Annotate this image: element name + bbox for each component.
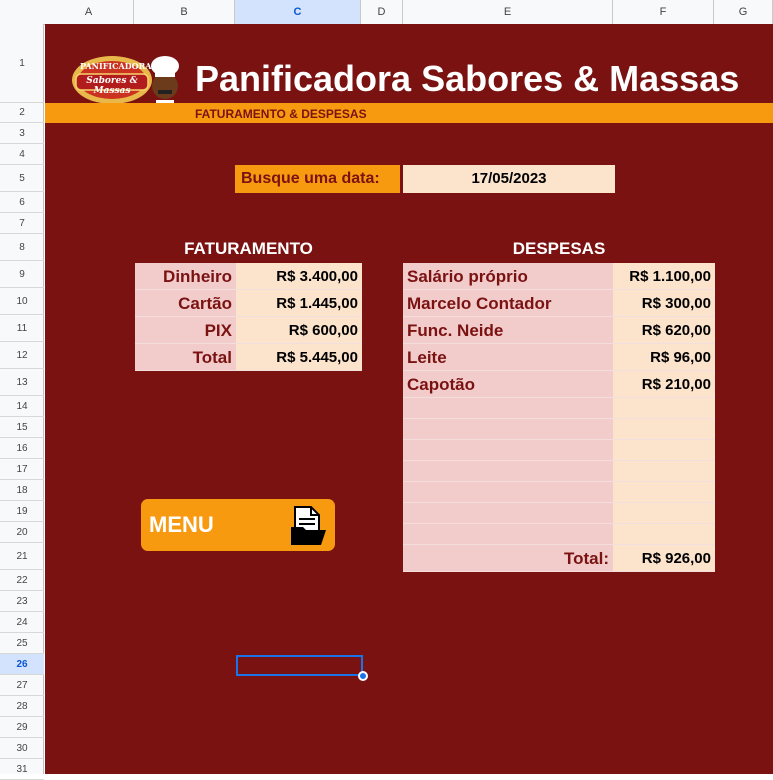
row-header-bar: 1 2 3 4 5 6 7 8 9 10 11 12 13 14 15 16 17 18 19 20 21 22 23 24 2… — [0, 24, 44, 780]
row-header-6[interactable]: 6 — [0, 192, 44, 213]
despesa-label: Salário próprio — [403, 263, 613, 290]
row-header-7[interactable]: 7 — [0, 213, 44, 234]
despesa-empty-value — [613, 482, 715, 503]
faturamento-label: Cartão — [135, 290, 236, 317]
date-search-input[interactable]: 17/05/2023 — [403, 165, 615, 193]
faturamento-label: PIX — [135, 317, 236, 344]
despesa-label: Capotão — [403, 371, 613, 398]
despesa-value: R$ 96,00 — [613, 344, 715, 371]
despesa-value: R$ 620,00 — [613, 317, 715, 344]
logo-top-text: PANIFICADORA — [80, 61, 152, 71]
despesas-total-value: R$ 926,00 — [613, 545, 715, 572]
despesa-empty-label — [403, 419, 613, 440]
row-header-5[interactable]: 5 — [0, 165, 44, 192]
row-header-8[interactable]: 8 — [0, 234, 44, 261]
faturamento-label: Total — [135, 344, 236, 371]
column-header-b[interactable]: B — [134, 0, 235, 24]
fill-handle[interactable] — [358, 671, 368, 681]
despesa-empty-label — [403, 398, 613, 419]
row-header-25[interactable]: 25 — [0, 633, 44, 654]
despesa-value: R$ 300,00 — [613, 290, 715, 317]
row-header-4[interactable]: 4 — [0, 144, 44, 165]
despesa-empty-value — [613, 419, 715, 440]
despesas-total-label: Total: — [403, 545, 613, 572]
column-header-f[interactable]: F — [613, 0, 714, 24]
active-cell-c26[interactable] — [236, 655, 363, 676]
row-header-12[interactable]: 12 — [0, 342, 44, 369]
row-header-31[interactable]: 31 — [0, 759, 44, 780]
despesa-empty-label — [403, 440, 613, 461]
despesa-empty-value — [613, 503, 715, 524]
row-header-17[interactable]: 17 — [0, 459, 44, 480]
faturamento-value: R$ 3.400,00 — [236, 263, 362, 290]
despesa-empty-value — [613, 524, 715, 545]
row-header-16[interactable]: 16 — [0, 438, 44, 459]
despesa-empty-label — [403, 503, 613, 524]
despesa-value: R$ 1.100,00 — [613, 263, 715, 290]
folder-document-icon — [291, 506, 326, 545]
page-subtitle: FATURAMENTO & DESPESAS — [195, 107, 367, 121]
row-header-30[interactable]: 30 — [0, 738, 44, 759]
row-header-26[interactable]: 26 — [0, 654, 44, 675]
menu-button[interactable]: MENU — [141, 499, 335, 551]
row-header-23[interactable]: 23 — [0, 591, 44, 612]
column-header-d[interactable]: D — [361, 0, 403, 24]
row-header-14[interactable]: 14 — [0, 396, 44, 417]
column-header-g[interactable]: G — [714, 0, 773, 24]
despesa-value: R$ 210,00 — [613, 371, 715, 398]
row-header-3[interactable]: 3 — [0, 123, 44, 144]
row-header-11[interactable]: 11 — [0, 315, 44, 342]
despesa-label: Marcelo Contador — [403, 290, 613, 317]
faturamento-value: R$ 5.445,00 — [236, 344, 362, 371]
row-header-13[interactable]: 13 — [0, 369, 44, 396]
row-header-10[interactable]: 10 — [0, 288, 44, 315]
header-band — [45, 103, 773, 123]
row-header-20[interactable]: 20 — [0, 522, 44, 543]
despesa-empty-value — [613, 398, 715, 419]
despesa-label: Leite — [403, 344, 613, 371]
row-header-18[interactable]: 18 — [0, 480, 44, 501]
row-header-28[interactable]: 28 — [0, 696, 44, 717]
row-header-19[interactable]: 19 — [0, 501, 44, 522]
column-header-e[interactable]: E — [403, 0, 613, 24]
column-header-c[interactable]: C — [235, 0, 361, 24]
row-header-9[interactable]: 9 — [0, 261, 44, 288]
row-header-15[interactable]: 15 — [0, 417, 44, 438]
row-header-27[interactable]: 27 — [0, 675, 44, 696]
column-header-a[interactable]: A — [44, 0, 134, 24]
faturamento-title: FATURAMENTO — [184, 239, 313, 258]
logo-name-text: Sabores & Massas — [86, 76, 138, 96]
row-header-1[interactable]: 1 — [0, 24, 44, 103]
row-header-2[interactable]: 2 — [0, 103, 44, 123]
column-header-bar: ABCDEFG — [0, 0, 773, 25]
despesa-empty-label — [403, 524, 613, 545]
faturamento-label: Dinheiro — [135, 263, 236, 290]
row-header-24[interactable]: 24 — [0, 612, 44, 633]
page-title: Panificadora Sabores & Massas — [195, 58, 740, 99]
row-header-29[interactable]: 29 — [0, 717, 44, 738]
date-search-label: Busque uma data: — [235, 165, 400, 193]
despesa-empty-label — [403, 461, 613, 482]
despesa-empty-value — [613, 461, 715, 482]
despesas-title: DESPESAS — [512, 239, 606, 258]
faturamento-value: R$ 600,00 — [236, 317, 362, 344]
row-header-22[interactable]: 22 — [0, 570, 44, 591]
row-header-21[interactable]: 21 — [0, 543, 44, 570]
despesa-empty-label — [403, 482, 613, 503]
despesa-label: Func. Neide — [403, 317, 613, 344]
spreadsheet-canvas: PANIFICADORA Sabores & Massas 99621-4045… — [45, 24, 773, 774]
menu-button-label: MENU — [149, 512, 214, 537]
despesa-empty-value — [613, 440, 715, 461]
faturamento-value: R$ 1.445,00 — [236, 290, 362, 317]
